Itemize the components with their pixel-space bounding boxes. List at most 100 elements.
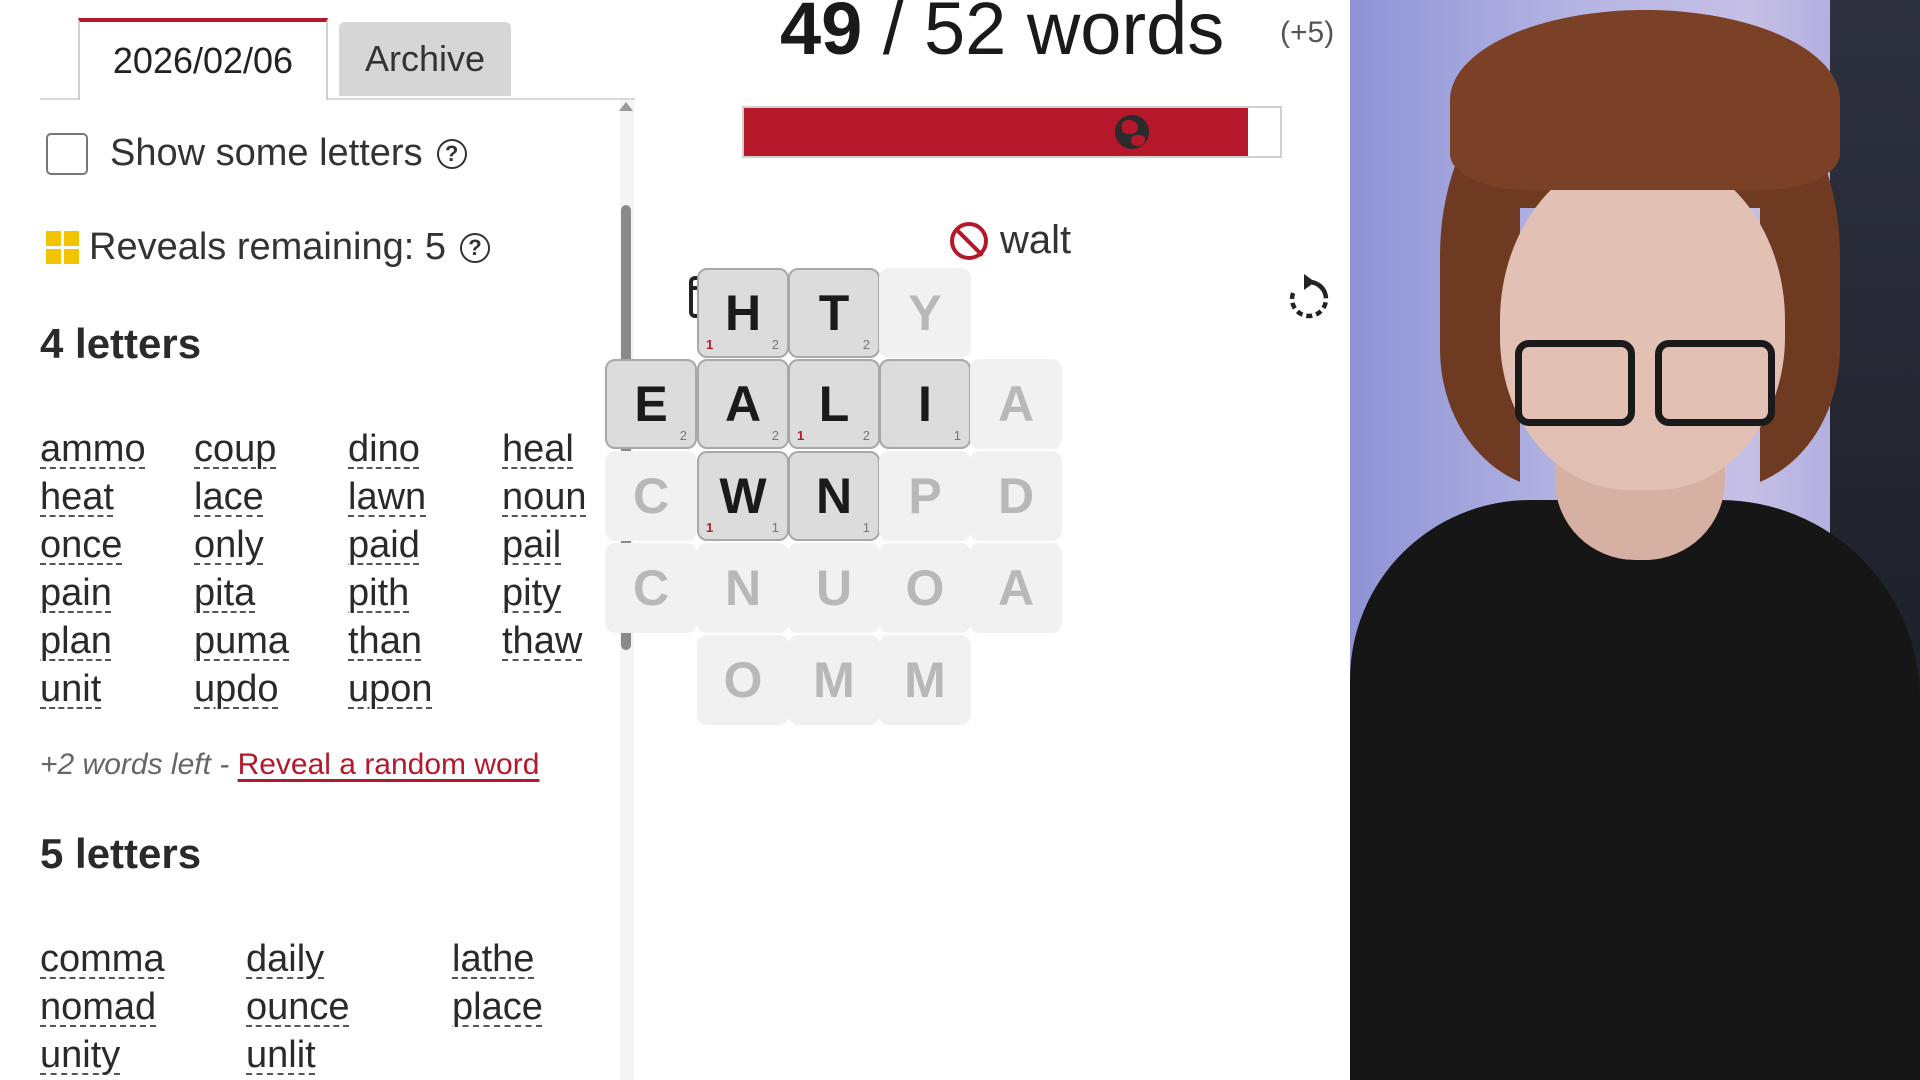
word-item[interactable]: plan <box>40 617 194 665</box>
word-item[interactable]: place <box>452 983 620 1031</box>
word-item[interactable]: heat <box>40 473 194 521</box>
tile-start-count: 1 <box>706 520 714 535</box>
tile-letter: T <box>818 285 850 341</box>
word-item[interactable]: dino <box>348 425 502 473</box>
tile-use-count: 1 <box>862 520 870 535</box>
letter-tile[interactable]: H1 2 <box>697 268 789 358</box>
tile-letter: O <box>723 652 763 708</box>
word-item[interactable]: thaw <box>502 617 620 665</box>
game-panel: 49 / 52 words (+5) walt H12T2YE2A2L12I1A… <box>605 0 1350 1080</box>
word-item[interactable]: lace <box>194 473 348 521</box>
word-item[interactable]: pail <box>502 521 620 569</box>
tile-letter: D <box>997 468 1035 524</box>
reveal-grid-icon <box>46 231 79 264</box>
word-item[interactable]: ammo <box>40 425 194 473</box>
reveals-remaining-label: Reveals remaining: 5 <box>89 226 446 268</box>
letter-tile[interactable]: M <box>788 635 880 725</box>
word-item[interactable]: coup <box>194 425 348 473</box>
webcam-person-face <box>1500 150 1785 490</box>
word-item[interactable]: updo <box>194 665 348 713</box>
letter-tile[interactable]: W1 1 <box>697 451 789 541</box>
tile-letter: O <box>905 560 945 616</box>
show-letters-label[interactable]: Show some letters <box>110 132 423 175</box>
word-item[interactable]: noun <box>502 473 620 521</box>
word-item[interactable]: unit <box>40 665 194 713</box>
tile-letter: C <box>632 468 670 524</box>
tile-use-count: 2 <box>862 428 870 443</box>
letter-tile[interactable]: D <box>970 451 1062 541</box>
tile-letter: L <box>818 376 850 432</box>
tab-today[interactable]: 2026/02/06 <box>78 18 328 100</box>
tile-start-count: 1 <box>706 337 714 352</box>
tile-letter: E <box>634 376 668 432</box>
score-counter: 49 / 52 words <box>780 0 1224 71</box>
letter-tile[interactable]: C <box>605 451 697 541</box>
word-item[interactable]: unlit <box>246 1031 452 1079</box>
word-item[interactable]: nomad <box>40 983 246 1031</box>
word-item[interactable]: puma <box>194 617 348 665</box>
help-icon[interactable]: ? <box>459 232 490 263</box>
reveals-row: Reveals remaining: 5 ? <box>46 226 490 269</box>
word-item[interactable]: pain <box>40 569 194 617</box>
word-item[interactable]: heal <box>502 425 620 473</box>
letter-tile[interactable]: C <box>605 543 697 633</box>
words-left-count: +2 words left - <box>40 748 238 781</box>
found-count: 49 <box>780 0 863 70</box>
letter-tile[interactable]: P <box>879 451 971 541</box>
word-item[interactable]: pith <box>348 569 502 617</box>
letter-tile[interactable]: L1 2 <box>788 359 880 449</box>
letter-tile[interactable]: U <box>788 543 880 633</box>
tile-letter: A <box>724 376 762 432</box>
letter-tile[interactable]: A <box>970 543 1062 633</box>
word-item[interactable]: unity <box>40 1031 246 1079</box>
word-item[interactable]: daily <box>246 935 452 983</box>
letter-tile[interactable]: Y <box>879 268 971 358</box>
tile-start-count: 1 <box>797 428 805 443</box>
word-item[interactable]: once <box>40 521 194 569</box>
word-item[interactable]: lathe <box>452 935 620 983</box>
letter-tile[interactable]: E2 <box>605 359 697 449</box>
tab-archive[interactable]: Archive <box>339 22 511 96</box>
word-item[interactable]: comma <box>40 935 246 983</box>
letter-tile[interactable]: T2 <box>788 268 880 358</box>
word-item[interactable]: only <box>194 521 348 569</box>
word-item[interactable]: than <box>348 617 502 665</box>
tile-use-count: 2 <box>679 428 687 443</box>
letter-tile[interactable]: N <box>697 543 789 633</box>
tile-letter: M <box>904 652 946 708</box>
word-item[interactable]: upon <box>348 665 502 713</box>
word-item[interactable]: paid <box>348 521 502 569</box>
word-item[interactable]: lawn <box>348 473 502 521</box>
letter-tile[interactable]: A <box>970 359 1062 449</box>
refresh-icon[interactable] <box>1285 272 1333 324</box>
show-letters-row: Show some letters ? <box>46 132 467 175</box>
tile-use-count: 2 <box>862 337 870 352</box>
tile-use-count: 1 <box>953 428 961 443</box>
word-grid-4-letters: ammo coup dino heal heat lace lawn noun once only… <box>40 425 620 713</box>
letter-tile[interactable]: M <box>879 635 971 725</box>
section-title-5-letters: 5 letters <box>40 830 202 877</box>
tile-letter: C <box>632 560 670 616</box>
tile-letter: A <box>997 560 1035 616</box>
letter-tile[interactable]: N1 <box>788 451 880 541</box>
scroll-up-arrow-icon[interactable] <box>619 102 633 111</box>
section-title-4-letters: 4 letters <box>40 320 202 367</box>
letter-tile[interactable]: I1 <box>879 359 971 449</box>
help-icon[interactable]: ? <box>436 138 467 169</box>
tile-letter: N <box>815 468 853 524</box>
reveal-random-word-link[interactable]: Reveal a random word <box>238 748 540 781</box>
invalid-word: walt <box>1000 218 1072 262</box>
invalid-word-row: walt <box>950 218 1071 263</box>
tile-letter: Y <box>908 285 942 341</box>
word-item[interactable]: ounce <box>246 983 452 1031</box>
tile-use-count: 1 <box>771 520 779 535</box>
tile-letter: N <box>724 560 762 616</box>
word-item[interactable]: pita <box>194 569 348 617</box>
letter-tile[interactable]: O <box>697 635 789 725</box>
letter-tile[interactable]: A2 <box>697 359 789 449</box>
letter-tile[interactable]: O <box>879 543 971 633</box>
word-item[interactable]: pity <box>502 569 620 617</box>
webcam-glasses-left <box>1515 340 1635 426</box>
tile-letter: P <box>908 468 942 524</box>
show-letters-checkbox[interactable] <box>46 132 88 175</box>
